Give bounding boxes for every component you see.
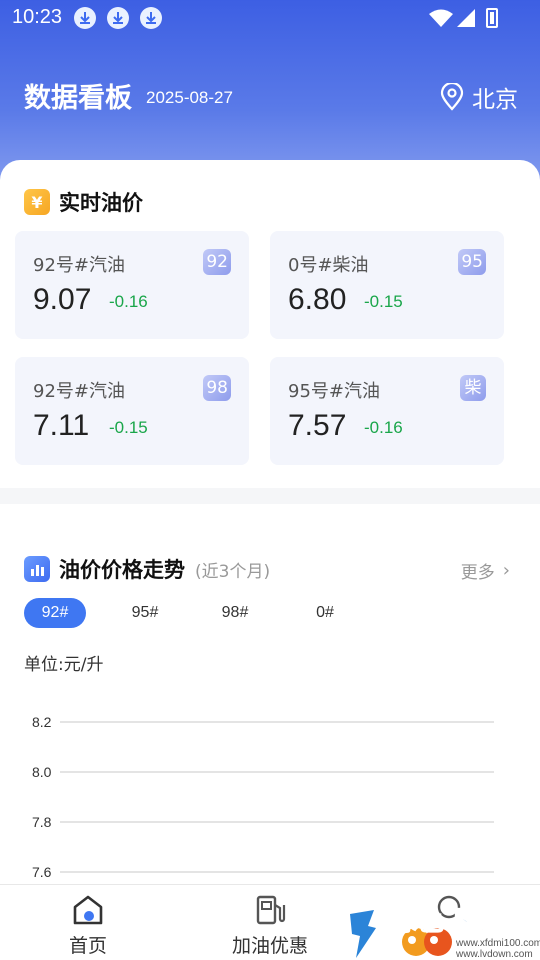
svg-text:www.lvdown.com: www.lvdown.com (455, 949, 533, 960)
tab-98[interactable]: 98# (204, 598, 266, 628)
tab-label: 首页 (68, 935, 107, 957)
fuel-name: 92号#汽油 (33, 381, 125, 402)
bar-chart-icon (24, 556, 50, 582)
fuel-price: 9.07 (33, 283, 92, 316)
price-trend-header: 油价价格走势 (近3个月) (24, 554, 270, 584)
realtime-price-panel: ¥ 实时油价 92号#汽油 92 9.07 -0.16 0号#柴油 95 6.8… (0, 160, 540, 488)
fuel-price: 7.11 (33, 409, 90, 442)
fuel-name: 92号#汽油 (33, 255, 125, 276)
price-change: -0.15 (364, 292, 403, 311)
fuel-badge: 98 (203, 375, 231, 401)
y-tick-label: 8.2 (32, 714, 52, 730)
svg-text:www.xfdmi100.com: www.xfdmi100.com (455, 938, 540, 949)
site-watermark-logo: 绿色下载站 www.xfdmi100.com www.lvdown.com (350, 904, 540, 960)
tab-95[interactable]: 95# (114, 598, 176, 628)
fuel-pump-icon (256, 895, 286, 925)
download-icon (140, 7, 162, 29)
more-label: 更多 (460, 563, 495, 583)
y-tick-label: 8.0 (32, 764, 52, 780)
price-change: -0.16 (109, 292, 148, 311)
yen-icon: ¥ (24, 189, 50, 215)
fuel-badge: 柴 (460, 375, 486, 401)
price-change: -0.15 (109, 418, 148, 437)
realtime-price-header: ¥ 实时油价 (24, 187, 143, 217)
section-subtitle: (近3个月) (195, 561, 271, 582)
price-trend-panel: 油价价格走势 (近3个月) 更多 › 92# 95# 98# 0# 单位:元/升… (0, 504, 540, 884)
price-change: -0.16 (364, 418, 403, 437)
price-card[interactable]: 95号#汽油 柴 7.57 -0.16 (270, 357, 504, 465)
page-title: 数据看板 (24, 83, 132, 114)
tab-label: 加油优惠 (231, 935, 308, 957)
tab-home[interactable]: 首页 (28, 893, 148, 958)
location-pin-icon (440, 83, 464, 111)
location-selector[interactable]: 北京 (440, 80, 518, 114)
status-time: 10:23 (12, 6, 63, 28)
fuel-badge: 95 (458, 249, 486, 275)
section-title: 油价价格走势 (59, 558, 185, 582)
chevron-right-icon: › (502, 560, 510, 581)
current-date: 2025-08-27 (146, 88, 233, 107)
price-card[interactable]: 0号#柴油 95 6.80 -0.15 (270, 231, 504, 339)
fuel-name: 95号#汽油 (288, 381, 380, 402)
fuel-badge: 92 (203, 249, 231, 275)
fuel-name: 0号#柴油 (288, 255, 369, 276)
y-tick-label: 7.8 (32, 814, 52, 830)
tab-0[interactable]: 0# (294, 598, 356, 628)
more-link[interactable]: 更多 › (461, 558, 510, 583)
battery-icon (486, 8, 498, 28)
unit-label: 单位:元/升 (24, 655, 104, 675)
home-icon (73, 895, 103, 925)
section-title: 实时油价 (59, 191, 143, 215)
y-tick-label: 7.6 (32, 864, 52, 880)
tab-fuel-deals[interactable]: 加油优惠 (210, 893, 330, 958)
tab-92[interactable]: 92# (24, 598, 86, 628)
wifi-icon (429, 9, 453, 27)
price-trend-chart: 8.2 8.0 7.8 7.6 (32, 714, 494, 880)
signal-icon (457, 9, 475, 27)
location-label: 北京 (472, 87, 518, 113)
download-icon (107, 7, 129, 29)
fuel-price: 6.80 (288, 283, 347, 316)
download-icon (74, 7, 96, 29)
fuel-price: 7.57 (288, 409, 347, 442)
price-card[interactable]: 92号#汽油 92 9.07 -0.16 (15, 231, 249, 339)
status-bar: 10:23 (0, 0, 540, 36)
price-card[interactable]: 92号#汽油 98 7.11 -0.15 (15, 357, 249, 465)
svg-text:绿色下载站: 绿色下载站 (390, 905, 525, 937)
